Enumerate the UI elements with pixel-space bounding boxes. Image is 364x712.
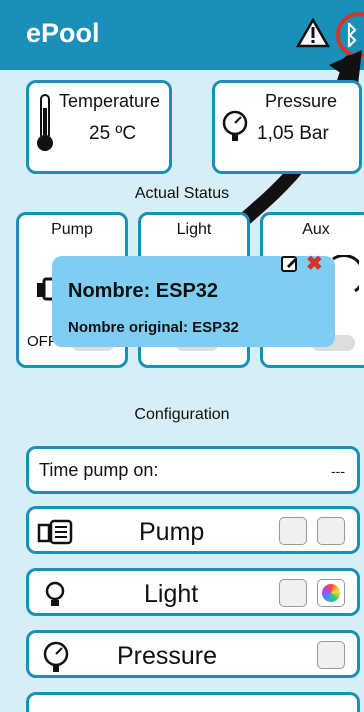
- popup-title: Nombre: ESP32: [68, 280, 219, 302]
- pump-status-label: Pump: [51, 221, 93, 238]
- light-status-label: Light: [176, 221, 212, 238]
- pump-icon: [37, 519, 73, 545]
- pump-config-label: Pump: [139, 518, 205, 546]
- pressure-config-row[interactable]: Pressure: [26, 630, 360, 678]
- pressure-config-label: Pressure: [117, 642, 218, 670]
- gauge-icon: [43, 641, 69, 672]
- temperature-card[interactable]: Temperature 25 ºC: [26, 80, 172, 174]
- configuration-title: Configuration: [134, 406, 230, 423]
- light-config-row[interactable]: Light: [26, 568, 360, 616]
- temperature-label: Temperature: [59, 91, 161, 111]
- pump-config-row[interactable]: Pump: [26, 506, 360, 554]
- partial-config-row[interactable]: [26, 692, 360, 712]
- calendar-icon[interactable]: [279, 517, 307, 545]
- app-title: ePool: [26, 18, 100, 48]
- pressure-value: 1,05 Bar: [257, 123, 329, 144]
- thermometer-icon: [37, 94, 53, 151]
- calendar-icon[interactable]: [279, 579, 307, 607]
- pressure-card[interactable]: Pressure 1,05 Bar: [212, 80, 362, 174]
- aux-status-label: Aux: [302, 221, 330, 238]
- time-pump-value: ---: [331, 463, 345, 479]
- light-config-label: Light: [144, 580, 199, 608]
- device-info-popup: Nombre: ESP32 Nombre original: ESP32 ✖: [52, 253, 335, 347]
- popup-subtitle: Nombre original: ESP32: [68, 319, 239, 336]
- lightbulb-icon: [45, 581, 65, 606]
- edit-icon[interactable]: [281, 254, 299, 272]
- temperature-value: 25 ºC: [89, 123, 137, 144]
- gear-icon[interactable]: [317, 641, 345, 669]
- pressure-label: Pressure: [265, 91, 338, 111]
- gauge-icon: [222, 110, 248, 141]
- gear-icon[interactable]: [317, 517, 345, 545]
- close-icon[interactable]: ✖: [306, 251, 323, 276]
- time-pump-label: Time pump on:: [39, 460, 159, 480]
- color-wheel-icon[interactable]: [317, 579, 345, 607]
- actual-status-title: Actual Status: [134, 185, 230, 202]
- time-pump-row[interactable]: Time pump on: ---: [26, 446, 360, 494]
